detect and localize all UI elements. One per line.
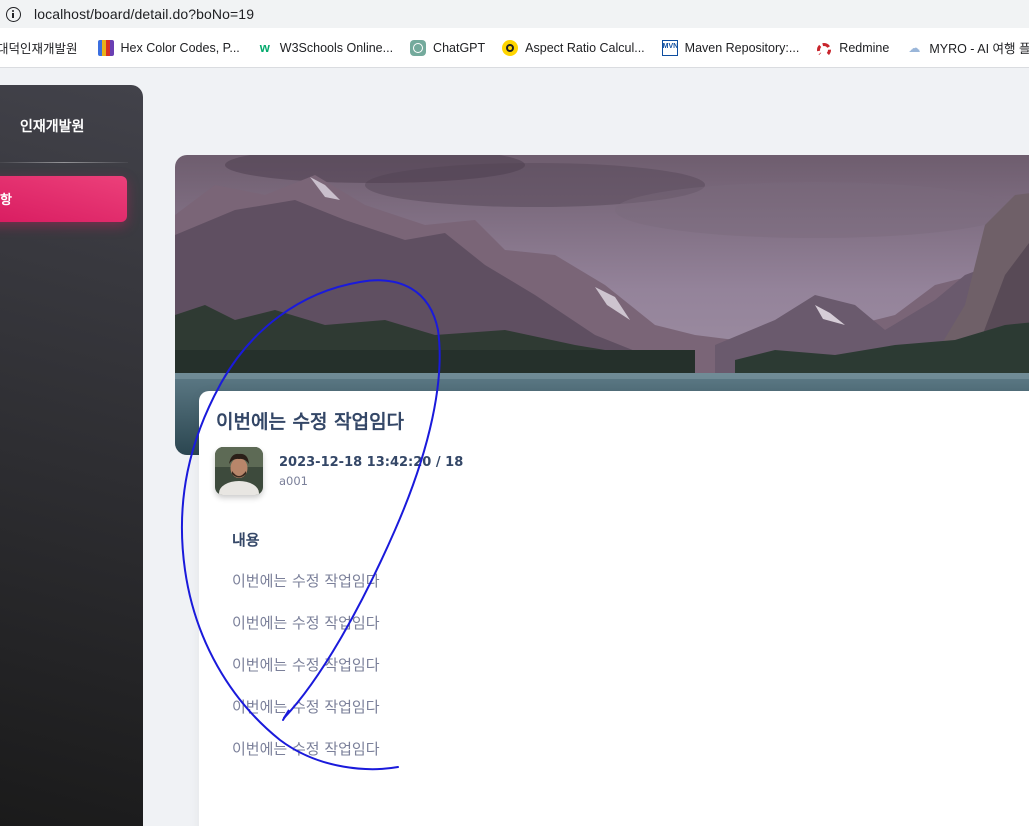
myro-icon: ☁ — [908, 40, 921, 55]
redmine-icon — [816, 40, 832, 57]
bookmark-label: W3Schools Online... — [279, 40, 394, 55]
post-author: a001 — [279, 474, 308, 488]
sidebar-brand[interactable]: 인재개발원 — [20, 116, 84, 136]
aspect-ratio-icon — [502, 39, 519, 56]
post-views: 18 — [445, 455, 464, 470]
address-bar[interactable]: localhost/board/detail.do?boNo=19 — [0, 0, 1029, 28]
bookmark-label: Aspect Ratio Calcul... — [525, 40, 645, 55]
content-line: 이번에는 수정 작업임다 — [232, 698, 380, 716]
content-line: 이번에는 수정 작업임다 — [232, 656, 380, 674]
bookmark-maven[interactable]: MVN Maven Repository:... — [661, 39, 800, 56]
bookmark-label: MYRO - AI 여행 플... — [929, 42, 1029, 56]
bookmark-redmine[interactable]: Redmine — [816, 40, 890, 57]
bookmarks-bar: 대덕인재개발원 Hex Color Codes, P... w W3School… — [0, 28, 1029, 68]
meta-separator: / — [435, 455, 441, 470]
bookmark-aspect-ratio[interactable]: Aspect Ratio Calcul... — [502, 39, 645, 56]
bookmark-daedeok[interactable]: 대덕인재개발원 — [0, 38, 78, 57]
chatgpt-icon — [410, 39, 427, 56]
bookmark-w3schools[interactable]: w W3Schools Online... — [257, 40, 393, 56]
sidebar-item-label[interactable]: 항 — [0, 189, 12, 208]
bookmark-myro[interactable]: ☁ MYRO - AI 여행 플... — [906, 38, 1029, 57]
bookmark-label: Maven Repository:... — [684, 40, 800, 55]
post-title: 이번에는 수정 작업임다 — [216, 411, 405, 433]
bookmark-label: Redmine — [839, 40, 890, 55]
content-line: 이번에는 수정 작업임다 — [232, 572, 380, 590]
post-meta-date-views: 2023-12-18 13:42:20 / 18 — [279, 455, 463, 470]
post-date: 2023-12-18 13:42:20 — [279, 455, 432, 470]
bookmark-label: Hex Color Codes, P... — [120, 40, 240, 55]
content-line: 이번에는 수정 작업임다 — [232, 740, 380, 758]
content-line: 이번에는 수정 작업임다 — [232, 614, 380, 632]
bookmark-chatgpt[interactable]: ChatGPT — [410, 39, 486, 56]
url-text[interactable]: localhost/board/detail.do?boNo=19 — [34, 6, 254, 22]
w3schools-icon: w — [259, 39, 270, 55]
content-heading: 내용 — [232, 531, 260, 549]
author-avatar — [215, 447, 263, 495]
info-icon[interactable] — [6, 6, 21, 22]
bookmark-hex-color[interactable]: Hex Color Codes, P... — [97, 39, 240, 56]
sidebar-item-active[interactable] — [0, 176, 127, 222]
maven-icon: MVN — [661, 39, 678, 56]
books-icon — [97, 39, 114, 56]
bookmark-label: 대덕인재개발원 — [0, 42, 78, 56]
sidebar-divider — [0, 162, 128, 163]
bookmark-label: ChatGPT — [433, 40, 486, 55]
